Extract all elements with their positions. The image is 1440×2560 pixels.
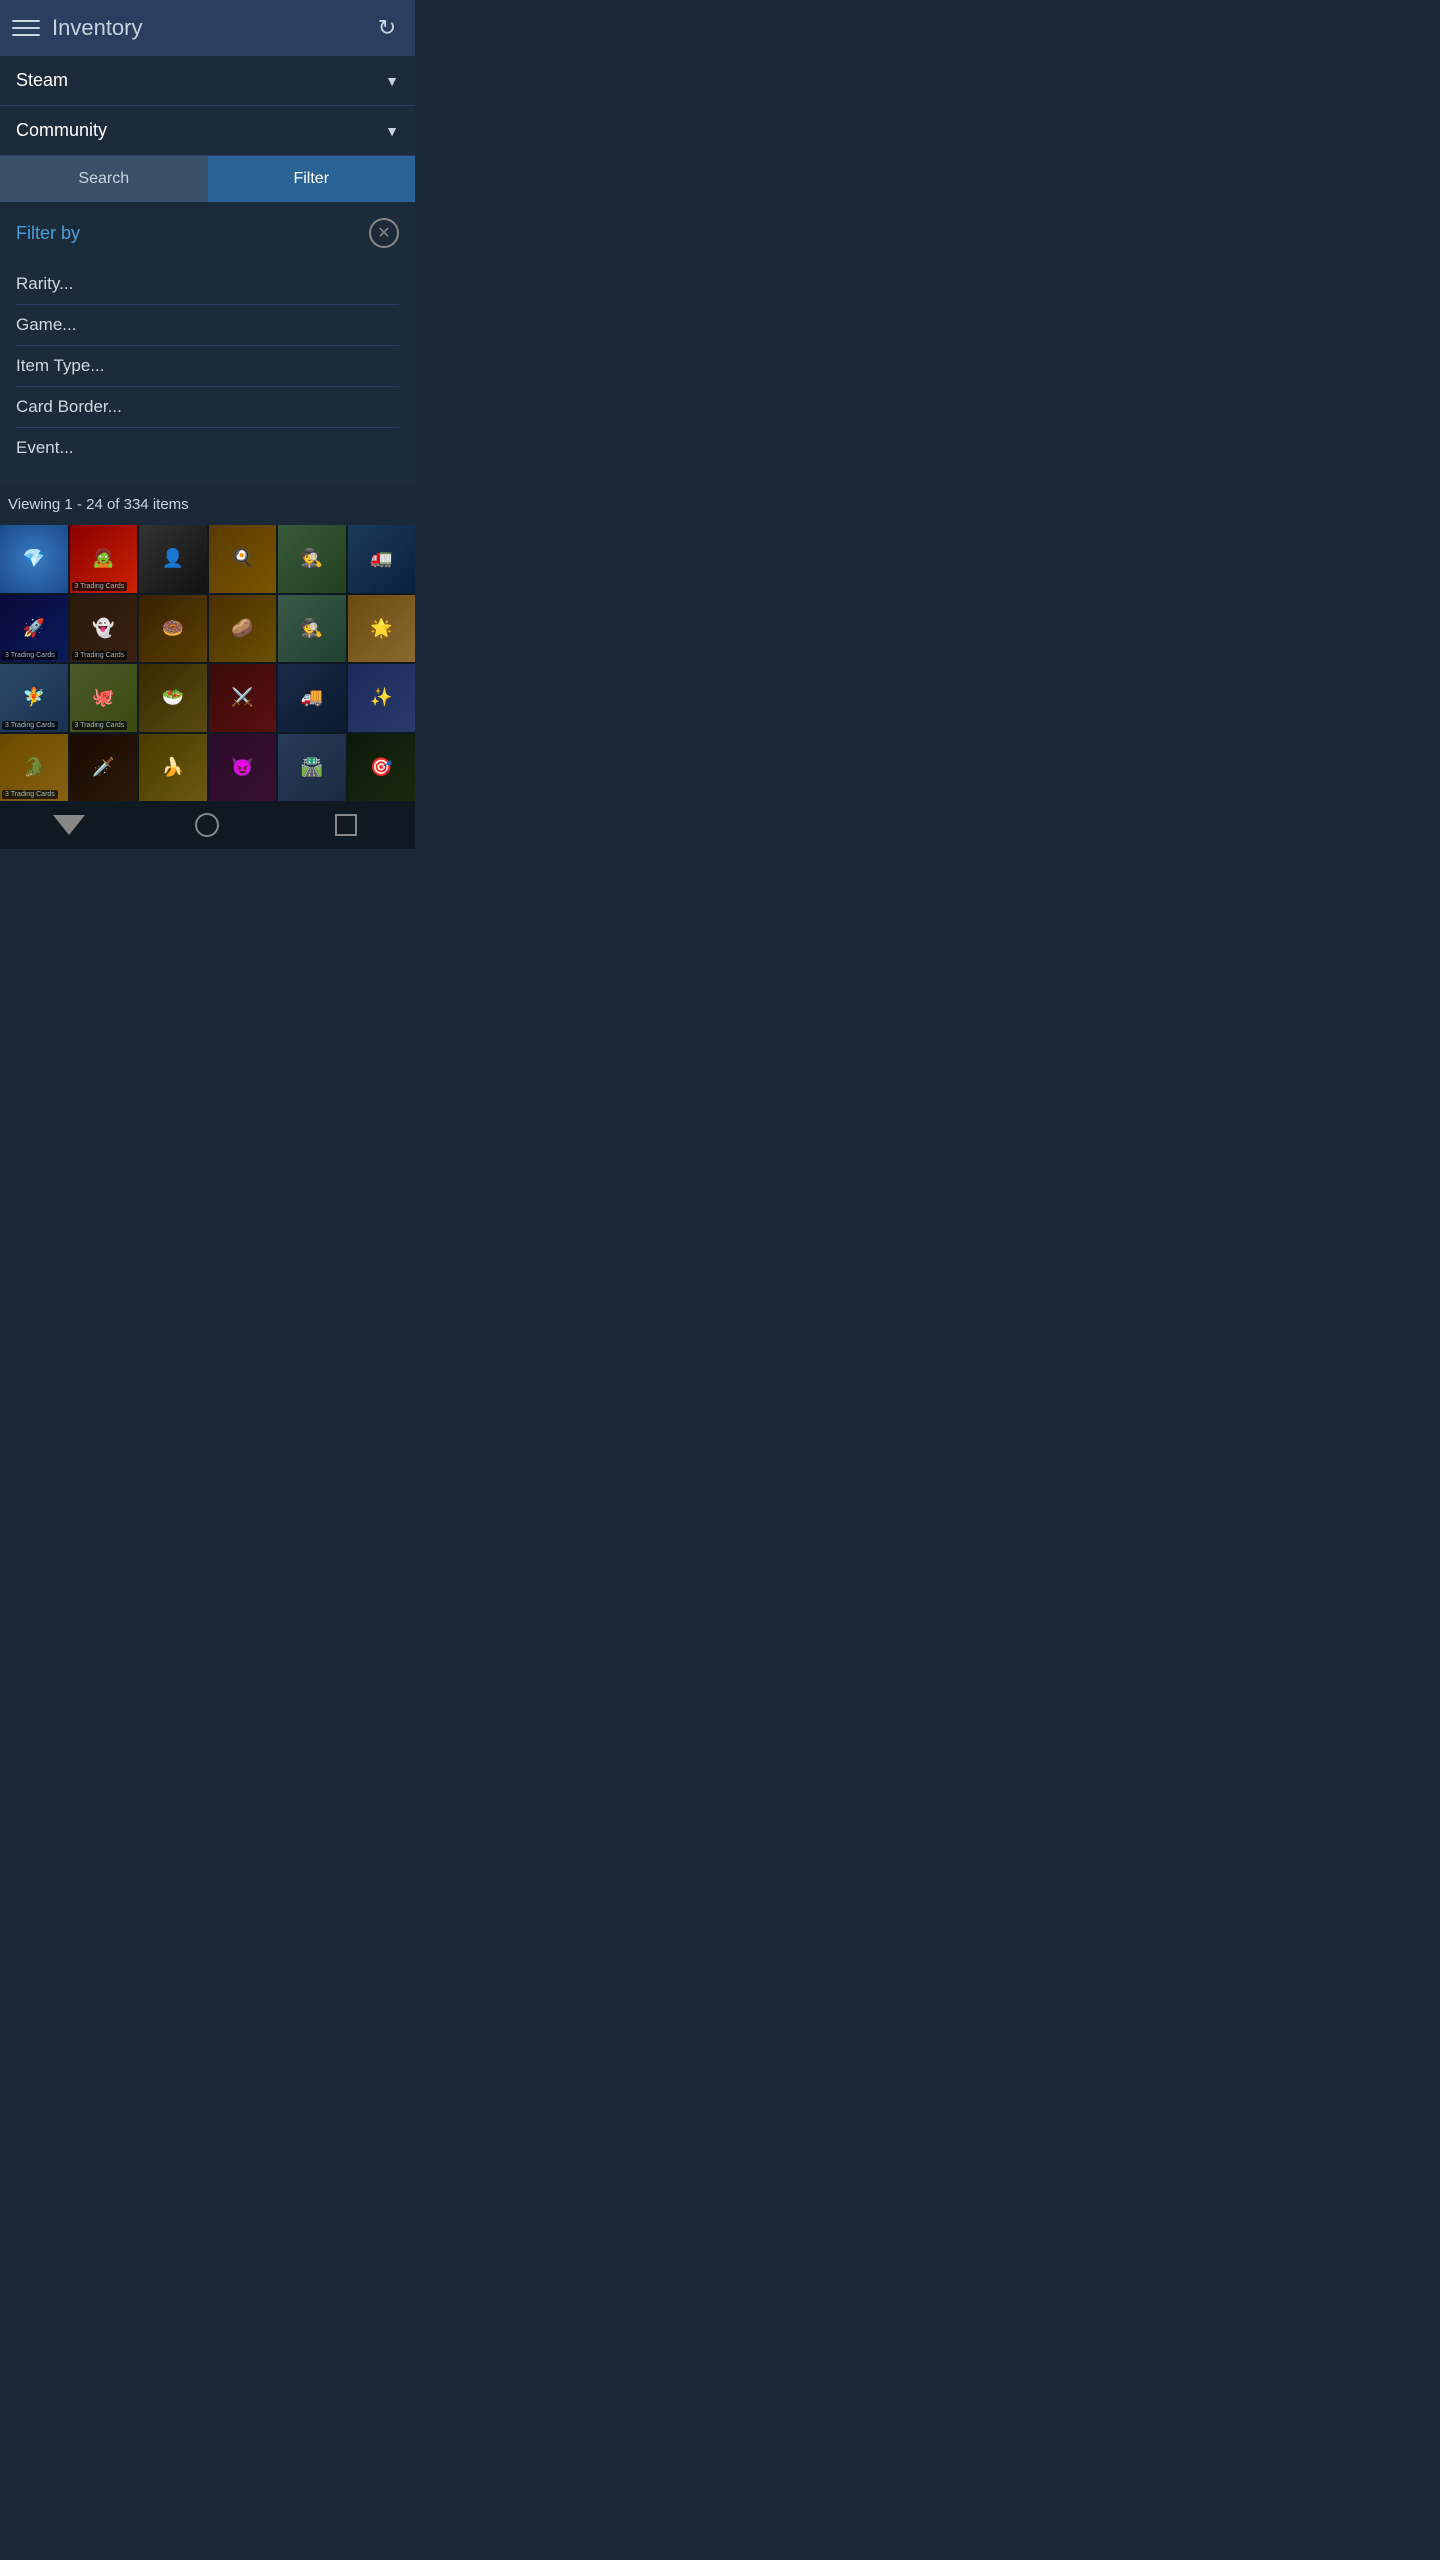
filter-game[interactable]: Game... bbox=[16, 305, 399, 346]
community-label: Community bbox=[16, 120, 107, 141]
trading-badge: 3 Trading Cards bbox=[72, 651, 128, 660]
game-thumbnail: 😈 bbox=[209, 734, 277, 802]
grid-item-21[interactable]: 🍌 bbox=[139, 734, 207, 802]
filter-card-border[interactable]: Card Border... bbox=[16, 387, 399, 428]
grid-item-10[interactable]: 🥔 bbox=[209, 595, 277, 663]
grid-item-9[interactable]: 🍩 bbox=[139, 595, 207, 663]
filter-title: Filter by bbox=[16, 223, 80, 244]
game-thumbnail: 👻 3 Trading Cards bbox=[70, 595, 138, 663]
recent-button[interactable] bbox=[316, 805, 376, 845]
game-thumbnail: 🧟 3 Trading Cards bbox=[70, 525, 138, 593]
page-title: Inventory bbox=[52, 15, 371, 41]
grid-item-20[interactable]: 🗡️ bbox=[70, 734, 138, 802]
game-thumbnail: 🕵️ bbox=[278, 595, 346, 663]
game-thumbnail: 🛣️ bbox=[278, 734, 346, 802]
action-buttons: Search Filter bbox=[0, 156, 415, 202]
community-arrow: ▼ bbox=[385, 123, 399, 139]
grid-item-22[interactable]: 😈 bbox=[209, 734, 277, 802]
steam-dropdown[interactable]: Steam ▼ bbox=[0, 56, 415, 106]
menu-button[interactable] bbox=[12, 14, 40, 42]
grid-item-13[interactable]: 🧚 3 Trading Cards bbox=[0, 664, 68, 732]
viewing-info: Viewing 1 - 24 of 334 items bbox=[0, 484, 415, 525]
grid-item-8[interactable]: 👻 3 Trading Cards bbox=[70, 595, 138, 663]
inventory-grid: 💎 🧟 3 Trading Cards 👤 🍳 🕵️ 🚛 🚀 3 bbox=[0, 525, 415, 801]
game-thumbnail: 🍳 bbox=[209, 525, 277, 593]
game-thumbnail: 🚛 bbox=[348, 525, 416, 593]
grid-item-17[interactable]: 🚚 bbox=[278, 664, 346, 732]
grid-item-3[interactable]: 👤 bbox=[139, 525, 207, 593]
bottom-navigation bbox=[0, 801, 415, 849]
grid-item-2[interactable]: 🧟 3 Trading Cards bbox=[70, 525, 138, 593]
trading-badge: 3 Trading Cards bbox=[2, 790, 58, 799]
grid-item-15[interactable]: 🥗 bbox=[139, 664, 207, 732]
grid-item-16[interactable]: ⚔️ bbox=[209, 664, 277, 732]
grid-item-11[interactable]: 🕵️ bbox=[278, 595, 346, 663]
game-thumbnail: ⚔️ bbox=[209, 664, 277, 732]
grid-item-5[interactable]: 🕵️ bbox=[278, 525, 346, 593]
game-thumbnail: 🗡️ bbox=[70, 734, 138, 802]
grid-item-4[interactable]: 🍳 bbox=[209, 525, 277, 593]
grid-item-19[interactable]: 🐊 3 Trading Cards bbox=[0, 734, 68, 802]
game-thumbnail: 🌟 bbox=[348, 595, 416, 663]
filter-event[interactable]: Event... bbox=[16, 428, 399, 468]
filter-button[interactable]: Filter bbox=[208, 156, 416, 202]
game-thumbnail: 👤 bbox=[139, 525, 207, 593]
game-thumbnail: 🍩 bbox=[139, 595, 207, 663]
trading-badge: 3 Trading Cards bbox=[72, 721, 128, 730]
game-thumbnail: 🧚 3 Trading Cards bbox=[0, 664, 68, 732]
game-thumbnail: 🍌 bbox=[139, 734, 207, 802]
back-button[interactable] bbox=[39, 805, 99, 845]
close-filter-button[interactable]: ✕ bbox=[369, 218, 399, 248]
home-button[interactable] bbox=[177, 805, 237, 845]
grid-item-12[interactable]: 🌟 bbox=[348, 595, 416, 663]
game-thumbnail: 🚀 3 Trading Cards bbox=[0, 595, 68, 663]
search-button[interactable]: Search bbox=[0, 156, 208, 202]
game-thumbnail: 💎 bbox=[0, 525, 68, 593]
trading-badge: 3 Trading Cards bbox=[2, 721, 58, 730]
app-header: Inventory ↻ bbox=[0, 0, 415, 56]
filter-item-type[interactable]: Item Type... bbox=[16, 346, 399, 387]
grid-item-24[interactable]: 🎯 bbox=[348, 734, 416, 802]
steam-arrow: ▼ bbox=[385, 73, 399, 89]
grid-item-23[interactable]: 🛣️ bbox=[278, 734, 346, 802]
grid-item-14[interactable]: 🐙 3 Trading Cards bbox=[70, 664, 138, 732]
game-thumbnail: 🥔 bbox=[209, 595, 277, 663]
grid-item-18[interactable]: ✨ bbox=[348, 664, 416, 732]
community-dropdown[interactable]: Community ▼ bbox=[0, 106, 415, 156]
grid-item-7[interactable]: 🚀 3 Trading Cards bbox=[0, 595, 68, 663]
grid-item-1[interactable]: 💎 bbox=[0, 525, 68, 593]
game-thumbnail: 🐙 3 Trading Cards bbox=[70, 664, 138, 732]
trading-badge: 3 Trading Cards bbox=[2, 651, 58, 660]
grid-item-6[interactable]: 🚛 bbox=[348, 525, 416, 593]
game-thumbnail: 🕵️ bbox=[278, 525, 346, 593]
filter-header: Filter by ✕ bbox=[16, 218, 399, 248]
filter-panel: Filter by ✕ Rarity... Game... Item Type.… bbox=[0, 202, 415, 484]
filter-rarity[interactable]: Rarity... bbox=[16, 264, 399, 305]
refresh-button[interactable]: ↻ bbox=[371, 12, 403, 44]
trading-badge: 3 Trading Cards bbox=[72, 582, 128, 591]
steam-label: Steam bbox=[16, 70, 68, 91]
game-thumbnail: ✨ bbox=[348, 664, 416, 732]
game-thumbnail: 🎯 bbox=[348, 734, 416, 802]
game-thumbnail: 🥗 bbox=[139, 664, 207, 732]
game-thumbnail: 🚚 bbox=[278, 664, 346, 732]
game-thumbnail: 🐊 3 Trading Cards bbox=[0, 734, 68, 802]
